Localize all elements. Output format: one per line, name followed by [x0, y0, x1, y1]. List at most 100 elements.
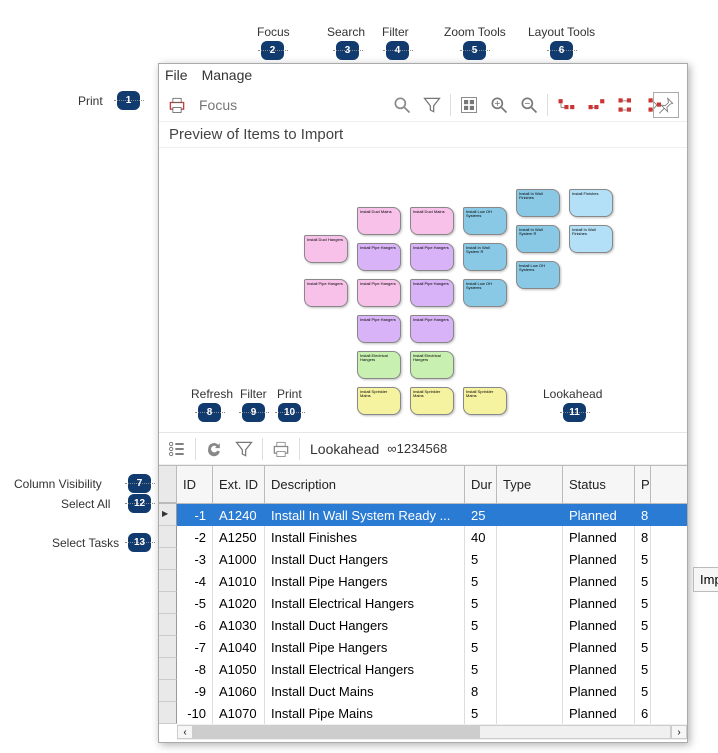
table-row[interactable]: -10A1070Install Pipe Mains5Planned6: [159, 702, 687, 724]
scroll-left-icon[interactable]: ‹: [177, 725, 193, 739]
row-selector[interactable]: [159, 570, 177, 592]
lookahead-value[interactable]: 5: [426, 441, 433, 456]
diagram-node[interactable]: Install Low OH Systems: [516, 261, 560, 289]
refresh-button[interactable]: [200, 435, 228, 463]
cell-status: Planned: [563, 702, 635, 724]
layout-icon: [616, 95, 636, 115]
table-row[interactable]: -7A1040Install Pipe Hangers5Planned5: [159, 636, 687, 658]
col-status[interactable]: Status: [563, 466, 635, 503]
diagram-node[interactable]: Install Duct Mains: [410, 207, 454, 235]
menu-manage[interactable]: Manage: [202, 67, 253, 83]
filter-button[interactable]: [418, 91, 446, 119]
import-button[interactable]: Imp: [693, 567, 718, 592]
column-visibility-button[interactable]: [163, 435, 191, 463]
filter-grid-button[interactable]: [230, 435, 258, 463]
badge-7: 7: [128, 474, 151, 493]
diagram-node[interactable]: Install Pipe Hangers: [357, 315, 401, 343]
lookahead-value[interactable]: 8: [440, 441, 447, 456]
row-selector[interactable]: [159, 614, 177, 636]
cell-ext-id: A1250: [213, 526, 265, 548]
lookahead-value[interactable]: ∞: [387, 441, 396, 456]
diagram-node[interactable]: Install In Wall System R: [516, 225, 560, 253]
diagram-node[interactable]: Install Pipe Hangers: [357, 279, 401, 307]
diagram-node[interactable]: Install In Wall Finishes: [516, 189, 560, 217]
badge-13: 13: [128, 533, 151, 552]
menu-file[interactable]: File: [165, 67, 188, 83]
diagram-node[interactable]: Install In Wall System R: [463, 243, 507, 271]
diagram-node[interactable]: Install Sprinkler Mains: [357, 387, 401, 415]
select-all-corner[interactable]: [159, 466, 177, 503]
cell-duration: 5: [465, 702, 497, 724]
row-selector[interactable]: [159, 592, 177, 614]
row-selector[interactable]: [159, 658, 177, 680]
zoom-out-icon: [519, 95, 539, 115]
diagram-canvas[interactable]: Install Duct Hangers Install Pipe Hangers…: [159, 148, 687, 433]
cell-s: 5: [635, 592, 651, 614]
row-selector[interactable]: [159, 548, 177, 570]
diagram-node[interactable]: Install Finishes: [569, 189, 613, 217]
badge-12: 12: [128, 494, 151, 513]
cell-s: 8: [635, 504, 651, 526]
table-row[interactable]: -1A1240Install In Wall System Ready ...2…: [159, 504, 687, 526]
col-id[interactable]: ID: [177, 466, 213, 503]
layout-3-button[interactable]: [612, 91, 640, 119]
col-ext-id[interactable]: Ext. ID: [213, 466, 265, 503]
diagram-node[interactable]: Install Pipe Hangers: [410, 279, 454, 307]
zoom-out-button[interactable]: [515, 91, 543, 119]
table-row[interactable]: -6A1030Install Duct Hangers5Planned5: [159, 614, 687, 636]
col-priority[interactable]: P: [635, 466, 651, 503]
focus-input[interactable]: [193, 93, 386, 117]
diagram-node[interactable]: Install Low OH Systems: [463, 279, 507, 307]
diagram-node[interactable]: Install Sprinkler Mains: [463, 387, 507, 415]
col-description[interactable]: Description: [265, 466, 465, 503]
lookahead-value[interactable]: 4: [418, 441, 425, 456]
diagram-node[interactable]: Install Pipe Hangers: [410, 243, 454, 271]
table-row[interactable]: -3A1000Install Duct Hangers5Planned5: [159, 548, 687, 570]
scroll-thumb[interactable]: [194, 726, 480, 738]
pin-button[interactable]: [653, 92, 679, 118]
cell-description: Install Electrical Hangers: [265, 658, 465, 680]
columns-icon: [167, 439, 187, 459]
scrollbar-horizontal[interactable]: ‹ ›: [177, 724, 687, 740]
lookahead-value[interactable]: 6: [433, 441, 440, 456]
cell-type: [497, 504, 563, 526]
cell-ext-id: A1000: [213, 548, 265, 570]
row-selector[interactable]: [159, 702, 177, 724]
diagram-node[interactable]: Install Electrical Hangers: [410, 351, 454, 379]
print-grid-button[interactable]: [267, 435, 295, 463]
fit-button[interactable]: [455, 91, 483, 119]
diagram-node[interactable]: Install Electrical Hangers: [357, 351, 401, 379]
print-button[interactable]: [163, 91, 191, 119]
cell-id: -4: [177, 570, 213, 592]
diagram-node[interactable]: Install Low OH Systems: [463, 207, 507, 235]
diagram-node[interactable]: Install Sprinkler Mains: [410, 387, 454, 415]
row-selector[interactable]: [159, 526, 177, 548]
lookahead-value[interactable]: 2: [404, 441, 411, 456]
col-type[interactable]: Type: [497, 466, 563, 503]
diagram-node[interactable]: Install Duct Mains: [357, 207, 401, 235]
col-duration[interactable]: Dur: [465, 466, 497, 503]
scroll-right-icon[interactable]: ›: [671, 725, 687, 739]
diagram-node[interactable]: Install Pipe Hangers: [357, 243, 401, 271]
diagram-node[interactable]: Install Pipe Hangers: [410, 315, 454, 343]
row-selector[interactable]: [159, 636, 177, 658]
row-selector[interactable]: [159, 680, 177, 702]
table-row[interactable]: -4A1010Install Pipe Hangers5Planned5: [159, 570, 687, 592]
toolbar-grid: Lookahead ∞1234568: [159, 433, 687, 465]
table-row[interactable]: -9A1060Install Duct Mains8Planned5: [159, 680, 687, 702]
lookahead-value[interactable]: 1: [397, 441, 404, 456]
diagram-node[interactable]: Install Pipe Hangers: [304, 279, 348, 307]
table-row[interactable]: -2A1250Install Finishes40Planned8: [159, 526, 687, 548]
layout-2-button[interactable]: [582, 91, 610, 119]
layout-icon: [556, 95, 576, 115]
table-row[interactable]: -5A1020Install Electrical Hangers5Planne…: [159, 592, 687, 614]
diagram-node[interactable]: Install In Wall Finishes: [569, 225, 613, 253]
layout-1-button[interactable]: [552, 91, 580, 119]
diagram-node[interactable]: Install Duct Hangers: [304, 235, 348, 263]
cell-ext-id: A1020: [213, 592, 265, 614]
search-button[interactable]: [388, 91, 416, 119]
row-selector[interactable]: [159, 504, 177, 526]
zoom-in-button[interactable]: [485, 91, 513, 119]
table-row[interactable]: -8A1050Install Electrical Hangers5Planne…: [159, 658, 687, 680]
cell-duration: 40: [465, 526, 497, 548]
